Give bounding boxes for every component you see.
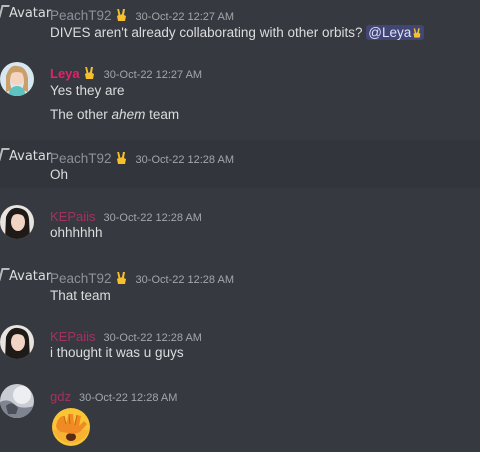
author-name[interactable]: PeachT92 bbox=[50, 151, 112, 166]
message-header: PeachT92 30-Oct-22 12:28 AM bbox=[50, 148, 234, 167]
timestamp: 30-Oct-22 12:28 AM bbox=[78, 392, 178, 404]
timestamp: 30-Oct-22 12:28 AM bbox=[103, 332, 202, 344]
message-text: ohhhhhh bbox=[50, 225, 103, 240]
message-text: Yes they are bbox=[50, 83, 125, 98]
face-with-hand-over-eyes-emoji bbox=[52, 408, 90, 446]
message-header: PeachT92 30-Oct-22 12:27 AM bbox=[50, 5, 234, 24]
message-line: DIVES aren't already collaborating with … bbox=[50, 25, 363, 40]
avatar[interactable] bbox=[0, 325, 34, 359]
victory-hand-icon bbox=[116, 272, 126, 284]
message-gdz: gdz 30-Oct-22 12:28 AM bbox=[0, 378, 480, 452]
author-name[interactable]: KEPaiis bbox=[50, 329, 96, 344]
victory-hand-icon bbox=[413, 28, 421, 38]
avatar[interactable] bbox=[0, 205, 34, 239]
chat-log: Avatar PeachT92 30-Oct-22 12:27 AM DIVES … bbox=[0, 0, 480, 452]
message-leya: Leya 30-Oct-22 12:27 AM Yes they are The … bbox=[0, 58, 480, 132]
timestamp: 30-Oct-22 12:28 AM bbox=[135, 154, 234, 166]
message-header: gdz 30-Oct-22 12:28 AM bbox=[50, 386, 177, 405]
avatar[interactable] bbox=[0, 384, 34, 418]
message-text: That team bbox=[50, 288, 111, 303]
author-name[interactable]: Leya bbox=[50, 66, 80, 81]
message-header: PeachT92 30-Oct-22 12:28 AM bbox=[50, 268, 234, 287]
victory-hand-icon bbox=[116, 9, 126, 21]
avatar[interactable] bbox=[0, 62, 34, 96]
message-header: Leya 30-Oct-22 12:27 AM bbox=[50, 63, 202, 82]
message-text: The other ahem team bbox=[50, 107, 180, 122]
avatar-alt-text[interactable]: Avatar bbox=[0, 148, 51, 164]
avatar-alt-text[interactable]: Avatar bbox=[0, 5, 51, 21]
message-text: Oh bbox=[50, 167, 69, 182]
message-header: KEPaiis 30-Oct-22 12:28 AM bbox=[50, 326, 202, 345]
victory-hand-icon bbox=[84, 67, 94, 79]
timestamp: 30-Oct-22 12:27 AM bbox=[103, 69, 203, 81]
timestamp: 30-Oct-22 12:28 AM bbox=[103, 212, 202, 224]
author-name[interactable]: gdz bbox=[50, 389, 71, 404]
message-kep-1: KEPaiis 30-Oct-22 12:28 AM ohhhhhh bbox=[0, 198, 480, 250]
message-peach-3: Avatar PeachT92 30-Oct-22 12:28 AM That t… bbox=[0, 260, 480, 310]
user-mention[interactable]: @Leya bbox=[366, 25, 425, 40]
message-header: KEPaiis 30-Oct-22 12:28 AM bbox=[50, 206, 202, 225]
avatar-alt-text[interactable]: Avatar bbox=[0, 268, 51, 284]
author-name[interactable]: PeachT92 bbox=[50, 8, 112, 23]
message-peach-2: Avatar PeachT92 30-Oct-22 12:28 AM Oh bbox=[0, 140, 480, 188]
author-name[interactable]: KEPaiis bbox=[50, 209, 96, 224]
message-text: DIVES aren't already collaborating with … bbox=[50, 25, 425, 40]
timestamp: 30-Oct-22 12:28 AM bbox=[135, 274, 234, 286]
author-name[interactable]: PeachT92 bbox=[50, 271, 112, 286]
message-text: i thought it was u guys bbox=[50, 345, 184, 360]
message-peach-1: Avatar PeachT92 30-Oct-22 12:27 AM DIVES … bbox=[0, 0, 480, 50]
timestamp: 30-Oct-22 12:27 AM bbox=[135, 11, 234, 23]
message-kep-2: KEPaiis 30-Oct-22 12:28 AM i thought it w… bbox=[0, 318, 480, 372]
victory-hand-icon bbox=[116, 152, 126, 164]
